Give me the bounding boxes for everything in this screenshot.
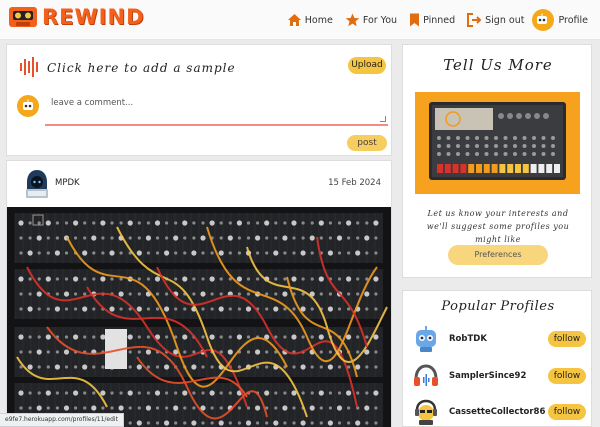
waveform-icon xyxy=(20,57,38,77)
post-button[interactable]: post xyxy=(347,135,387,151)
robot-avatar-icon xyxy=(532,9,555,31)
popular-profiles-title: Popular Profiles xyxy=(441,299,555,314)
follow-button[interactable]: follow xyxy=(548,368,586,384)
cassette-character-avatar-icon[interactable] xyxy=(411,397,441,427)
post-card: MPDK 15 Feb 2024 xyxy=(6,160,392,427)
profile-name[interactable]: SamplerSince92 xyxy=(449,371,548,381)
comment-placeholder: leave a comment... xyxy=(51,98,134,108)
tell-us-more-description: Let us know your interests and we'll sug… xyxy=(426,209,570,244)
profile-row: SamplerSince92 follow xyxy=(411,361,586,391)
post-date: 15 Feb 2024 xyxy=(328,178,381,188)
headphones-avatar-icon[interactable] xyxy=(411,361,441,391)
hacker-avatar-icon[interactable] xyxy=(23,169,51,199)
comment-input[interactable]: leave a comment... xyxy=(45,94,388,126)
nav-home[interactable]: Home xyxy=(287,13,333,27)
tell-us-more-card: Tell Us More Let us know your interests … xyxy=(402,44,592,278)
drum-machine-image xyxy=(415,92,580,194)
nav-pinned-label: Pinned xyxy=(423,14,456,26)
preferences-button[interactable]: Preferences xyxy=(448,245,548,265)
nav-sign-out[interactable]: Sign out xyxy=(467,13,524,27)
sign-out-icon xyxy=(467,13,482,27)
upload-button[interactable]: Upload xyxy=(348,57,386,74)
brand-name: REWIND xyxy=(42,5,145,29)
nav-for-you[interactable]: For You xyxy=(345,13,397,27)
nav-sign-out-label: Sign out xyxy=(485,14,525,26)
resize-handle-icon[interactable] xyxy=(380,116,386,122)
add-sample-link[interactable]: Click here to add a sample xyxy=(47,61,236,75)
home-icon xyxy=(287,14,301,26)
modular-synth-image xyxy=(7,207,391,427)
tell-us-more-title: Tell Us More xyxy=(443,56,553,74)
follow-button[interactable]: follow xyxy=(548,404,586,420)
robot-avatar-icon[interactable] xyxy=(411,324,441,354)
popular-profiles-card: Popular Profiles RobTDK follow SamplerSi… xyxy=(402,290,592,427)
post-username[interactable]: MPDK xyxy=(55,178,80,188)
robot-avatar-icon xyxy=(17,95,39,117)
cassette-icon xyxy=(9,7,37,27)
star-icon xyxy=(345,13,360,27)
top-navbar: REWIND Home For You Pinned Sign out Prof… xyxy=(0,0,600,40)
add-sample-card: Click here to add a sample Upload leave … xyxy=(6,44,392,156)
nav-menu: Home For You Pinned Sign out Profile xyxy=(275,9,588,31)
brand-logo[interactable]: REWIND xyxy=(8,5,145,29)
profile-row: RobTDK follow xyxy=(411,324,586,354)
follow-button[interactable]: follow xyxy=(548,331,586,347)
nav-for-you-label: For You xyxy=(362,14,398,26)
nav-profile[interactable]: Profile xyxy=(532,9,588,31)
profile-name[interactable]: RobTDK xyxy=(449,334,548,344)
nav-pinned[interactable]: Pinned xyxy=(409,13,455,27)
profile-row: CassetteCollector86 follow xyxy=(411,397,586,427)
nav-profile-label: Profile xyxy=(558,14,588,26)
bookmark-icon xyxy=(410,13,420,27)
profile-name[interactable]: CassetteCollector86 xyxy=(449,407,548,417)
status-bar-url: e9fe7.herokuapp.com/profiles/11/edit xyxy=(0,413,124,427)
nav-home-label: Home xyxy=(304,14,333,26)
